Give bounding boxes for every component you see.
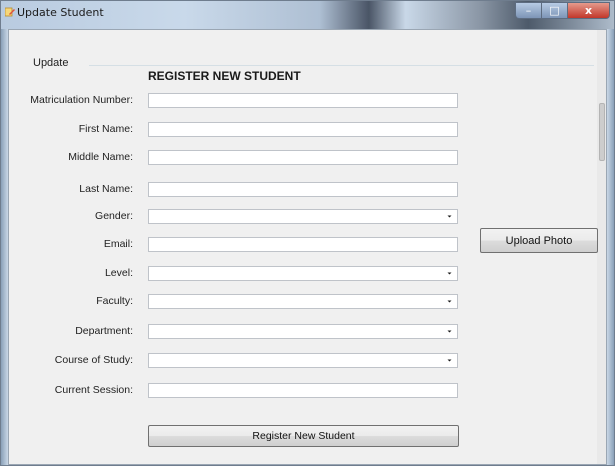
field-row-email: Email:: [9, 237, 469, 252]
field-row-first-name: First Name:: [9, 122, 469, 137]
register-new-student-button[interactable]: Register New Student: [148, 425, 459, 447]
form-title: REGISTER NEW STUDENT: [148, 69, 301, 83]
gender-label: Gender:: [95, 210, 133, 222]
dropdown-arrow-icon[interactable]: [445, 327, 454, 336]
field-row-level: Level:: [9, 266, 469, 281]
window-controls: – □ x: [515, 2, 610, 19]
department-label: Department:: [75, 325, 133, 337]
first-name-label: First Name:: [78, 123, 133, 135]
field-row-middle-name: Middle Name:: [9, 150, 469, 165]
gender-select[interactable]: [148, 209, 458, 224]
field-row-matriculation-number: Matriculation Number:: [9, 93, 469, 108]
update-student-window: Update Student – □ x Update REGISTER NEW…: [0, 0, 615, 466]
client-area: Update REGISTER NEW STUDENT Matriculatio…: [8, 29, 607, 465]
scrollbar-thumb[interactable]: [599, 103, 605, 161]
group-box-label: Update: [33, 57, 69, 69]
maximize-icon: □: [549, 4, 560, 17]
matriculation-number-label: Matriculation Number:: [30, 94, 133, 106]
email-input[interactable]: [148, 237, 458, 252]
field-row-current-session: Current Session:: [9, 383, 469, 398]
window-frame-right: [607, 29, 614, 465]
vertical-scrollbar[interactable]: [597, 30, 606, 464]
field-row-last-name: Last Name:: [9, 182, 469, 197]
minimize-icon: –: [525, 4, 532, 17]
minimize-button[interactable]: –: [515, 2, 541, 19]
field-row-gender: Gender:: [9, 209, 469, 224]
dropdown-arrow-icon[interactable]: [445, 212, 454, 221]
last-name-label: Last Name:: [79, 183, 133, 195]
window-title: Update Student: [17, 6, 104, 19]
field-row-course-of-study: Course of Study:: [9, 353, 469, 368]
pencil-form-icon: [5, 7, 15, 17]
dropdown-arrow-icon[interactable]: [445, 269, 454, 278]
close-button[interactable]: x: [567, 2, 610, 19]
matriculation-number-input[interactable]: [148, 93, 458, 108]
field-row-faculty: Faculty:: [9, 294, 469, 309]
faculty-label: Faculty:: [96, 295, 133, 307]
course-of-study-label: Course of Study:: [54, 354, 133, 366]
maximize-button[interactable]: □: [541, 2, 567, 19]
level-label: Level:: [104, 267, 133, 279]
field-row-department: Department:: [9, 324, 469, 339]
current-session-input[interactable]: [148, 383, 458, 398]
dropdown-arrow-icon[interactable]: [445, 356, 454, 365]
department-select[interactable]: [148, 324, 458, 339]
current-session-label: Current Session:: [54, 384, 133, 396]
middle-name-input[interactable]: [148, 150, 458, 165]
middle-name-label: Middle Name:: [68, 151, 133, 163]
dropdown-arrow-icon[interactable]: [445, 297, 454, 306]
faculty-select[interactable]: [148, 294, 458, 309]
upload-photo-button[interactable]: Upload Photo: [480, 228, 598, 253]
close-icon: x: [584, 4, 593, 17]
first-name-input[interactable]: [148, 122, 458, 137]
window-frame-left: [1, 29, 8, 465]
group-box-border: [89, 65, 594, 66]
title-bar[interactable]: Update Student – □ x: [1, 1, 614, 29]
email-label: Email:: [103, 238, 133, 250]
course-of-study-select[interactable]: [148, 353, 458, 368]
last-name-input[interactable]: [148, 182, 458, 197]
level-select[interactable]: [148, 266, 458, 281]
